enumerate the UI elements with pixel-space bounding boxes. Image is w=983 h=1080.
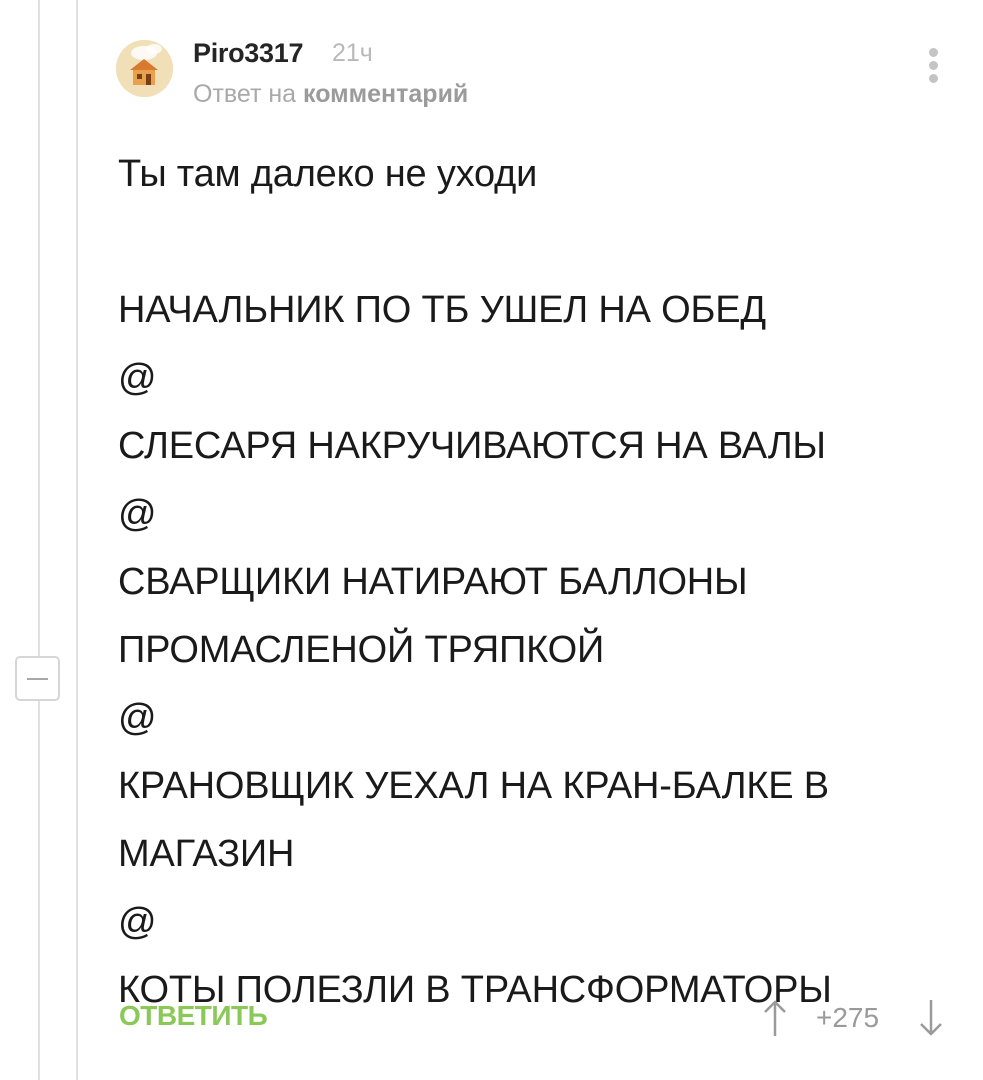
comment-line: КРАНОВЩИК УЕХАЛ НА КРАН-БАЛКЕ В: [118, 765, 829, 807]
vote-score: +275: [816, 1002, 880, 1033]
arrow-down-icon[interactable]: [918, 998, 944, 1038]
arrow-up-icon[interactable]: [762, 998, 788, 1038]
reply-to-link[interactable]: комментарий: [303, 80, 468, 108]
reply-button[interactable]: ОТВЕТИТЬ: [119, 1000, 268, 1032]
collapse-thread-button[interactable]: [15, 656, 60, 701]
reply-to-line: Ответ на комментарий: [193, 80, 468, 109]
comment-author[interactable]: Piro3317: [193, 38, 303, 69]
comment-line: @: [118, 493, 157, 535]
comment-line: @: [118, 697, 157, 739]
comment-line-blank: [118, 208, 958, 276]
comment-body: Ты там далеко не уходи НАЧАЛЬНИК ПО ТБ У…: [118, 140, 958, 1024]
comment-line: Ты там далеко не уходи: [118, 153, 538, 195]
house-icon: [116, 40, 173, 97]
comment-time: 21ч: [332, 39, 373, 67]
comment-line: СВАРЩИКИ НАТИРАЮТ БАЛЛОНЫ: [118, 561, 748, 603]
comment-line: @: [118, 901, 157, 943]
comment-line: СЛЕСАРЯ НАКРУЧИВАЮТСЯ НА ВАЛЫ: [118, 425, 826, 467]
thread-line-inner: [76, 0, 78, 1080]
comment-line: НАЧАЛЬНИК ПО ТБ УШЕЛ НА ОБЕД: [118, 289, 766, 331]
reply-to-prefix: Ответ на: [193, 80, 297, 108]
comment-line: ПРОМАСЛЕНОЙ ТРЯПКОЙ: [118, 629, 605, 671]
comment-line: МАГАЗИН: [118, 833, 295, 875]
minus-icon: [27, 678, 48, 680]
thread-line-outer: [38, 0, 40, 1080]
comment-line: @: [118, 357, 157, 399]
avatar[interactable]: [116, 40, 173, 97]
vertical-dots-icon[interactable]: [920, 46, 946, 86]
